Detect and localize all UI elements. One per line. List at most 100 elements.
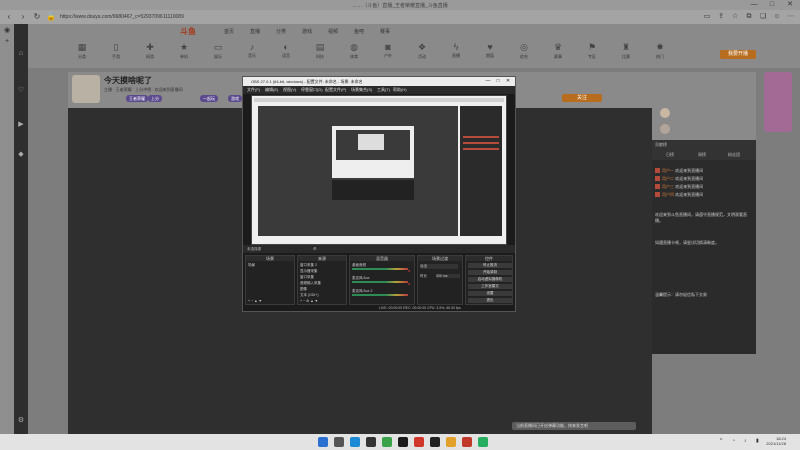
nav-item-live[interactable]: 直播: [250, 28, 260, 35]
add-icon[interactable]: +: [248, 299, 250, 303]
battery-icon[interactable]: ▮: [756, 438, 762, 444]
obs-menu-item[interactable]: 视图(V): [283, 87, 296, 93]
share-icon[interactable]: ⇪: [716, 12, 726, 22]
forward-icon[interactable]: ›: [18, 12, 28, 22]
search-icon[interactable]: [334, 437, 344, 447]
category-star[interactable]: ★ 单机: [170, 42, 198, 60]
category-book[interactable]: ▤ 科技: [306, 42, 334, 60]
streamer-avatar[interactable]: [72, 75, 100, 103]
video-icon[interactable]: ▶: [16, 120, 26, 130]
wechat-icon[interactable]: [382, 437, 392, 447]
folder-icon[interactable]: [446, 437, 456, 447]
close-button[interactable]: ✕: [782, 0, 798, 10]
minimize-button[interactable]: —: [746, 0, 762, 10]
app-icon[interactable]: [478, 437, 488, 447]
obs-menu-item[interactable]: 停靠窗口(D): [301, 87, 323, 93]
nav-item-match[interactable]: 赛事: [380, 28, 390, 35]
duration-input[interactable]: 300 ms: [436, 274, 460, 278]
category-gift[interactable]: ❖ 活动: [408, 42, 436, 60]
nav-item-video[interactable]: 视频: [328, 28, 338, 35]
edge-icon[interactable]: [350, 437, 360, 447]
terminal-icon[interactable]: [398, 437, 408, 447]
category-music[interactable]: ♪ 音乐: [238, 42, 266, 59]
obs-menu-item[interactable]: 工具(T): [377, 87, 390, 93]
category-mic[interactable]: ◐ 语音: [272, 42, 300, 59]
category-flag[interactable]: ⚑ 专区: [578, 42, 606, 60]
mute-icon[interactable]: ●: [408, 281, 410, 286]
obs-control-button[interactable]: 退出: [468, 298, 512, 303]
category-phone[interactable]: ▯ 手游: [102, 42, 130, 60]
obs-control-button[interactable]: 停止推流: [468, 263, 512, 268]
start-icon[interactable]: [318, 437, 328, 447]
source-item[interactable]: 显示器采集: [300, 269, 318, 274]
properties-icon[interactable]: ⚙: [313, 246, 317, 251]
nav-item-home[interactable]: 首页: [224, 28, 234, 35]
source-item[interactable]: 音频输入采集: [300, 281, 321, 286]
source-item[interactable]: 图像: [300, 287, 307, 292]
obs-menu-item[interactable]: 配置文件(P): [325, 87, 346, 93]
category-fire[interactable]: ✸ 热门: [646, 42, 674, 60]
category-globe[interactable]: ◎ 综合: [510, 42, 538, 60]
home-icon[interactable]: ⌂: [16, 50, 26, 60]
reader-icon[interactable]: ▭: [702, 12, 712, 22]
obs-menu-item[interactable]: 帮助(H): [393, 87, 407, 93]
promo-banner[interactable]: [764, 72, 792, 132]
clock[interactable]: 18:24 2021/11/28: [766, 436, 786, 446]
down-icon[interactable]: ▼: [315, 299, 318, 303]
room-tag[interactable]: 游戏: [228, 95, 242, 102]
category-ball[interactable]: ◍ 体育: [340, 42, 368, 60]
remove-icon[interactable]: −: [251, 299, 253, 303]
add-icon[interactable]: +: [300, 299, 302, 303]
nav-item-game[interactable]: 游戏: [302, 28, 312, 35]
obs-control-button[interactable]: 开始录制: [468, 270, 512, 275]
obs-menu-item[interactable]: 编辑(E): [265, 87, 278, 93]
url-field[interactable]: https://www.douyu.com/9680467_c=52937096…: [60, 13, 450, 21]
up-icon[interactable]: ▲: [254, 299, 257, 303]
obs-control-button[interactable]: 启动虚拟摄像机: [468, 277, 512, 282]
category-tv[interactable]: ▭ 娱乐: [204, 42, 232, 60]
network-icon[interactable]: ◔: [732, 438, 738, 444]
obs-control-button[interactable]: 设置: [468, 291, 512, 296]
back-icon[interactable]: ‹: [4, 12, 14, 22]
notification-toast[interactable]: 当前直播间已开启弹幕功能，快来发言吧: [512, 422, 636, 430]
game-icon[interactable]: ◆: [16, 150, 26, 160]
source-item[interactable]: 窗口采集: [300, 275, 314, 280]
avatar[interactable]: [660, 124, 670, 134]
site-logo[interactable]: 斗鱼: [180, 26, 196, 37]
category-camera[interactable]: ◙ 户外: [374, 42, 402, 59]
app-icon[interactable]: [430, 437, 440, 447]
category-gamepad[interactable]: ✚ 网游: [136, 42, 164, 60]
up-icon[interactable]: ▲: [310, 299, 313, 303]
room-tag[interactable]: 王者荣耀: [126, 95, 148, 102]
category-heart[interactable]: ♥ 颜值: [476, 42, 504, 59]
category-grid[interactable]: ▦ 分类: [68, 42, 96, 60]
mute-icon[interactable]: ●: [408, 268, 410, 273]
remove-icon[interactable]: −: [303, 299, 305, 303]
extensions-icon[interactable]: ⧉: [744, 12, 754, 22]
source-item[interactable]: 文本 (GDI+): [300, 293, 319, 298]
follow-button[interactable]: 关注: [562, 94, 602, 102]
obs-menu-item[interactable]: 文件(F): [247, 87, 260, 93]
down-icon[interactable]: ▼: [259, 299, 262, 303]
category-crown[interactable]: ♛ 赛事: [544, 42, 572, 60]
obs-menu-item[interactable]: 场景集合(S): [351, 87, 372, 93]
tab-fans[interactable]: 粉丝团: [728, 152, 740, 158]
collections-icon[interactable]: ❏: [758, 12, 768, 22]
obs-icon[interactable]: [366, 437, 376, 447]
obs-control-button[interactable]: 工作室模式: [468, 284, 512, 289]
obs-preview[interactable]: [251, 95, 507, 245]
nav-item-yuba[interactable]: 鱼吧: [354, 28, 364, 35]
obs-maximize-button[interactable]: □: [493, 77, 503, 86]
maximize-button[interactable]: □: [764, 0, 780, 10]
more-icon[interactable]: ⋯: [786, 12, 796, 22]
tab-favicon-icon[interactable]: ◉: [2, 26, 12, 36]
settings-icon[interactable]: ⚙: [16, 416, 26, 426]
chevron-up-icon[interactable]: ^: [720, 438, 726, 444]
nav-item-category[interactable]: 分类: [276, 28, 286, 35]
obs-close-button[interactable]: ✕: [503, 77, 513, 86]
star-icon[interactable]: ☆: [730, 12, 740, 22]
scene-item[interactable]: 场景: [248, 263, 255, 268]
source-item[interactable]: 窗口采集 2: [300, 263, 317, 268]
media-icon[interactable]: [414, 437, 424, 447]
volume-icon[interactable]: ♪: [744, 438, 750, 444]
